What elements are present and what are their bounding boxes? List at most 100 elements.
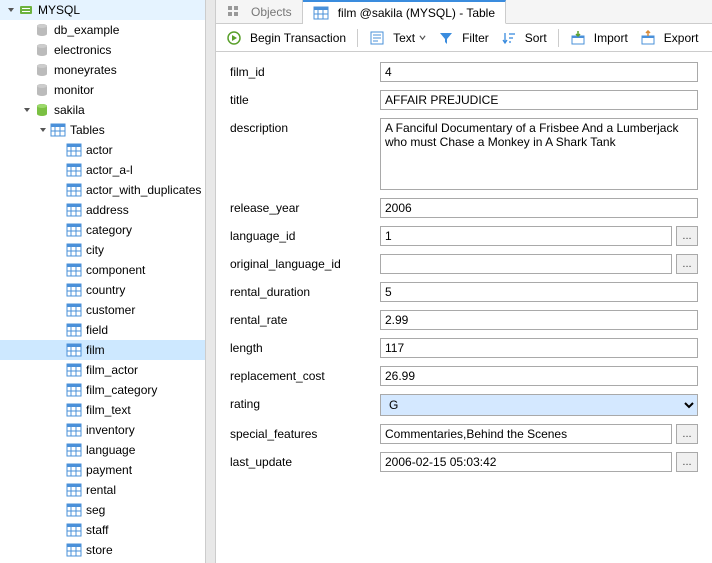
more-language-id[interactable]: ... xyxy=(676,226,698,246)
tree-database[interactable]: electronics xyxy=(0,40,205,60)
tree-table-address[interactable]: address xyxy=(0,200,205,220)
tree-icon xyxy=(66,142,82,158)
filter-button[interactable]: Filter xyxy=(434,28,493,48)
tree-icon xyxy=(66,522,82,538)
tab-objects[interactable]: Objects xyxy=(216,0,303,23)
input-title[interactable] xyxy=(380,90,698,110)
label-special-features: special_features xyxy=(230,424,380,441)
label-title: title xyxy=(230,90,380,107)
tree-table-inventory[interactable]: inventory xyxy=(0,420,205,440)
tree-item-label: actor_a-l xyxy=(86,163,133,177)
expand-icon[interactable] xyxy=(4,6,18,14)
tree-table-payment[interactable]: payment xyxy=(0,460,205,480)
tree-item-label: Tables xyxy=(70,123,105,137)
tree-item-label: film_text xyxy=(86,403,131,417)
tree-item-label: film xyxy=(86,343,105,357)
text-icon xyxy=(369,30,385,46)
more-special-features[interactable]: ... xyxy=(676,424,698,444)
input-special-features[interactable] xyxy=(380,424,672,444)
expand-icon[interactable] xyxy=(20,106,34,114)
tree-table-component[interactable]: component xyxy=(0,260,205,280)
more-original-language-id[interactable]: ... xyxy=(676,254,698,274)
tree-table-language[interactable]: language xyxy=(0,440,205,460)
import-button[interactable]: Import xyxy=(566,28,632,48)
tree-icon xyxy=(50,122,66,138)
tab-bar: Objects film @sakila (MYSQL) - Table xyxy=(216,0,712,24)
sort-button[interactable]: Sort xyxy=(497,28,551,48)
input-rental-duration[interactable] xyxy=(380,282,698,302)
tree-item-label: seg xyxy=(86,503,105,517)
tree-tables-folder[interactable]: Tables xyxy=(0,120,205,140)
input-original-language-id[interactable] xyxy=(380,254,672,274)
tree-icon xyxy=(66,182,82,198)
tree-icon xyxy=(34,102,50,118)
tree-item-label: inventory xyxy=(86,423,135,437)
tree-database-sakila[interactable]: sakila xyxy=(0,100,205,120)
tree-item-label: film_category xyxy=(86,383,157,397)
input-description[interactable] xyxy=(380,118,698,190)
tree-icon xyxy=(66,222,82,238)
tab-film[interactable]: film @sakila (MYSQL) - Table xyxy=(303,0,506,24)
label-description: description xyxy=(230,118,380,135)
tree-item-label: component xyxy=(86,263,145,277)
export-button[interactable]: Export xyxy=(636,28,703,48)
tree-table-film-actor[interactable]: film_actor xyxy=(0,360,205,380)
tree-icon xyxy=(66,362,82,378)
tree-table-customer[interactable]: customer xyxy=(0,300,205,320)
tree-database[interactable]: moneyrates xyxy=(0,60,205,80)
sidebar: MYSQLdb_example electronics moneyratesmoni… xyxy=(0,0,206,563)
input-language-id[interactable] xyxy=(380,226,672,246)
tree-item-label: staff xyxy=(86,523,108,537)
expand-icon[interactable] xyxy=(36,126,50,134)
tree-table-category[interactable]: category xyxy=(0,220,205,240)
tree-table-seg[interactable]: seg xyxy=(0,500,205,520)
tree-table-city[interactable]: city xyxy=(0,240,205,260)
tree-database[interactable]: monitor xyxy=(0,80,205,100)
tree-table-field[interactable]: field xyxy=(0,320,205,340)
text-view-button[interactable]: Text xyxy=(365,28,430,48)
tree-table-film-category[interactable]: film_category xyxy=(0,380,205,400)
tree-table-actor-a-l[interactable]: actor_a-l xyxy=(0,160,205,180)
label-original-language-id: original_language_id xyxy=(230,254,380,271)
tree-table-film[interactable]: film xyxy=(0,340,205,360)
tree-item-label: country xyxy=(86,283,125,297)
tree-item-label: customer xyxy=(86,303,135,317)
input-rental-rate[interactable] xyxy=(380,310,698,330)
label-film-id: film_id xyxy=(230,62,380,79)
begin-transaction-button[interactable]: Begin Transaction xyxy=(222,28,350,48)
tab-objects-label: Objects xyxy=(251,5,292,19)
tree-item-label: actor_with_duplicates xyxy=(86,183,201,197)
tree-icon xyxy=(66,322,82,338)
tree-item-label: city xyxy=(86,243,104,257)
label-rating: rating xyxy=(230,394,380,411)
tree-item-label: electronics xyxy=(54,43,111,57)
import-icon xyxy=(570,30,586,46)
tree-table-staff[interactable]: staff xyxy=(0,520,205,540)
select-rating[interactable]: G xyxy=(380,394,698,416)
tree-table-film-text[interactable]: film_text xyxy=(0,400,205,420)
tree-table-rental[interactable]: rental xyxy=(0,480,205,500)
input-replacement-cost[interactable] xyxy=(380,366,698,386)
tree-item-label: sakila xyxy=(54,103,85,117)
tree-icon xyxy=(34,62,50,78)
tree-item-label: language xyxy=(86,443,135,457)
tree-table-store[interactable]: store xyxy=(0,540,205,560)
tree-connection[interactable]: MYSQL xyxy=(0,0,205,20)
tree-icon xyxy=(18,2,34,18)
input-length[interactable] xyxy=(380,338,698,358)
input-last-update[interactable] xyxy=(380,452,672,472)
tree-table-actor-with-duplicates[interactable]: actor_with_duplicates xyxy=(0,180,205,200)
label-release-year: release_year xyxy=(230,198,380,215)
input-film-id[interactable] xyxy=(380,62,698,82)
tree-icon xyxy=(66,422,82,438)
input-release-year[interactable] xyxy=(380,198,698,218)
tree-table-country[interactable]: country xyxy=(0,280,205,300)
table-icon xyxy=(313,5,329,21)
tree-icon xyxy=(66,242,82,258)
tree-database[interactable]: db_example xyxy=(0,20,205,40)
tree-icon xyxy=(66,482,82,498)
sidebar-gutter[interactable] xyxy=(206,0,216,563)
tree-table-actor[interactable]: actor xyxy=(0,140,205,160)
more-last-update[interactable]: ... xyxy=(676,452,698,472)
tree-icon xyxy=(66,382,82,398)
